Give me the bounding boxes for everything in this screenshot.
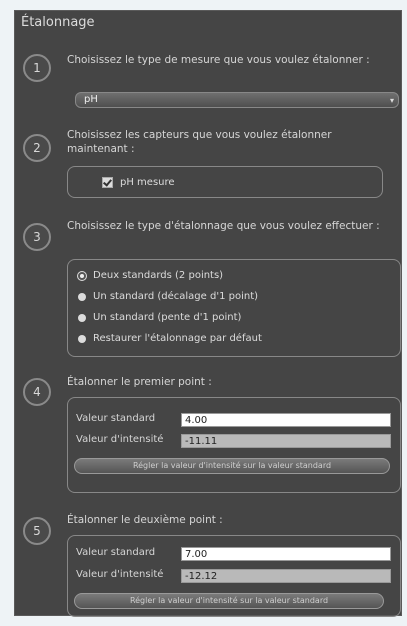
set-intensity-to-standard-button[interactable]: Régler la valeur d'intensité sur la vale… <box>74 593 384 609</box>
intensity-value-label: Valeur d'intensité <box>76 569 164 580</box>
radio-selected-icon[interactable] <box>78 271 86 280</box>
sensor-option-ph[interactable]: pH mesure <box>102 177 175 188</box>
option-label: Deux standards (2 points) <box>93 270 224 281</box>
step-5-instruction: Étalonner le deuxième point : <box>67 514 223 526</box>
sensor-label: pH mesure <box>120 177 175 188</box>
calibration-panel: Étalonnage 1 Choisissez le type de mesur… <box>14 10 402 617</box>
calibration-option-offset[interactable]: Un standard (décalage d'1 point) <box>78 291 258 302</box>
option-label: Un standard (pente d'1 point) <box>93 312 242 323</box>
calibration-option-restore-default[interactable]: Restaurer l'étalonnage par défaut <box>78 333 262 344</box>
step-4-instruction: Étalonner le premier point : <box>67 376 212 388</box>
measure-type-value: pH <box>84 94 98 105</box>
step-3-number: 3 <box>23 223 51 251</box>
first-point-box: Valeur standard 4.00 Valeur d'intensité … <box>67 397 401 493</box>
second-point-box: Valeur standard 7.00 Valeur d'intensité … <box>67 535 401 617</box>
standard-value-input[interactable]: 7.00 <box>181 547 391 561</box>
step-2-number: 2 <box>23 134 51 162</box>
radio-unselected-icon[interactable] <box>78 292 86 301</box>
step-1-number: 1 <box>23 54 51 82</box>
panel-title: Étalonnage <box>21 15 95 30</box>
calibration-option-slope[interactable]: Un standard (pente d'1 point) <box>78 312 241 323</box>
intensity-value-field: -11.11 <box>181 434 391 448</box>
sensor-list-box: pH mesure <box>67 166 383 198</box>
step-1-instruction: Choisissez le type de mesure que vous vo… <box>67 54 370 66</box>
radio-unselected-icon[interactable] <box>78 313 86 322</box>
standard-value-label: Valeur standard <box>76 413 156 424</box>
measure-type-dropdown[interactable]: pH ▾ <box>75 92 399 108</box>
step-5-number: 5 <box>23 517 51 545</box>
standard-value-input[interactable]: 4.00 <box>181 413 391 427</box>
checkbox-checked-icon[interactable] <box>102 177 113 188</box>
standard-value-label: Valeur standard <box>76 547 156 558</box>
step-3-instruction: Choisissez le type d'étalonnage que vous… <box>67 220 380 232</box>
option-label: Un standard (décalage d'1 point) <box>93 291 259 302</box>
intensity-value-label: Valeur d'intensité <box>76 434 164 445</box>
intensity-value-field: -12.12 <box>181 569 391 583</box>
chevron-down-icon: ▾ <box>389 96 394 105</box>
step-2-instruction: Choisissez les capteurs que vous voulez … <box>67 129 332 155</box>
step-4-number: 4 <box>23 378 51 406</box>
calibration-type-box: Deux standards (2 points) Un standard (d… <box>67 259 401 357</box>
set-intensity-to-standard-button[interactable]: Régler la valeur d'intensité sur la vale… <box>74 458 390 474</box>
option-label: Restaurer l'étalonnage par défaut <box>93 333 262 344</box>
calibration-option-two-standards[interactable]: Deux standards (2 points) <box>78 270 223 281</box>
radio-unselected-icon[interactable] <box>78 334 86 343</box>
